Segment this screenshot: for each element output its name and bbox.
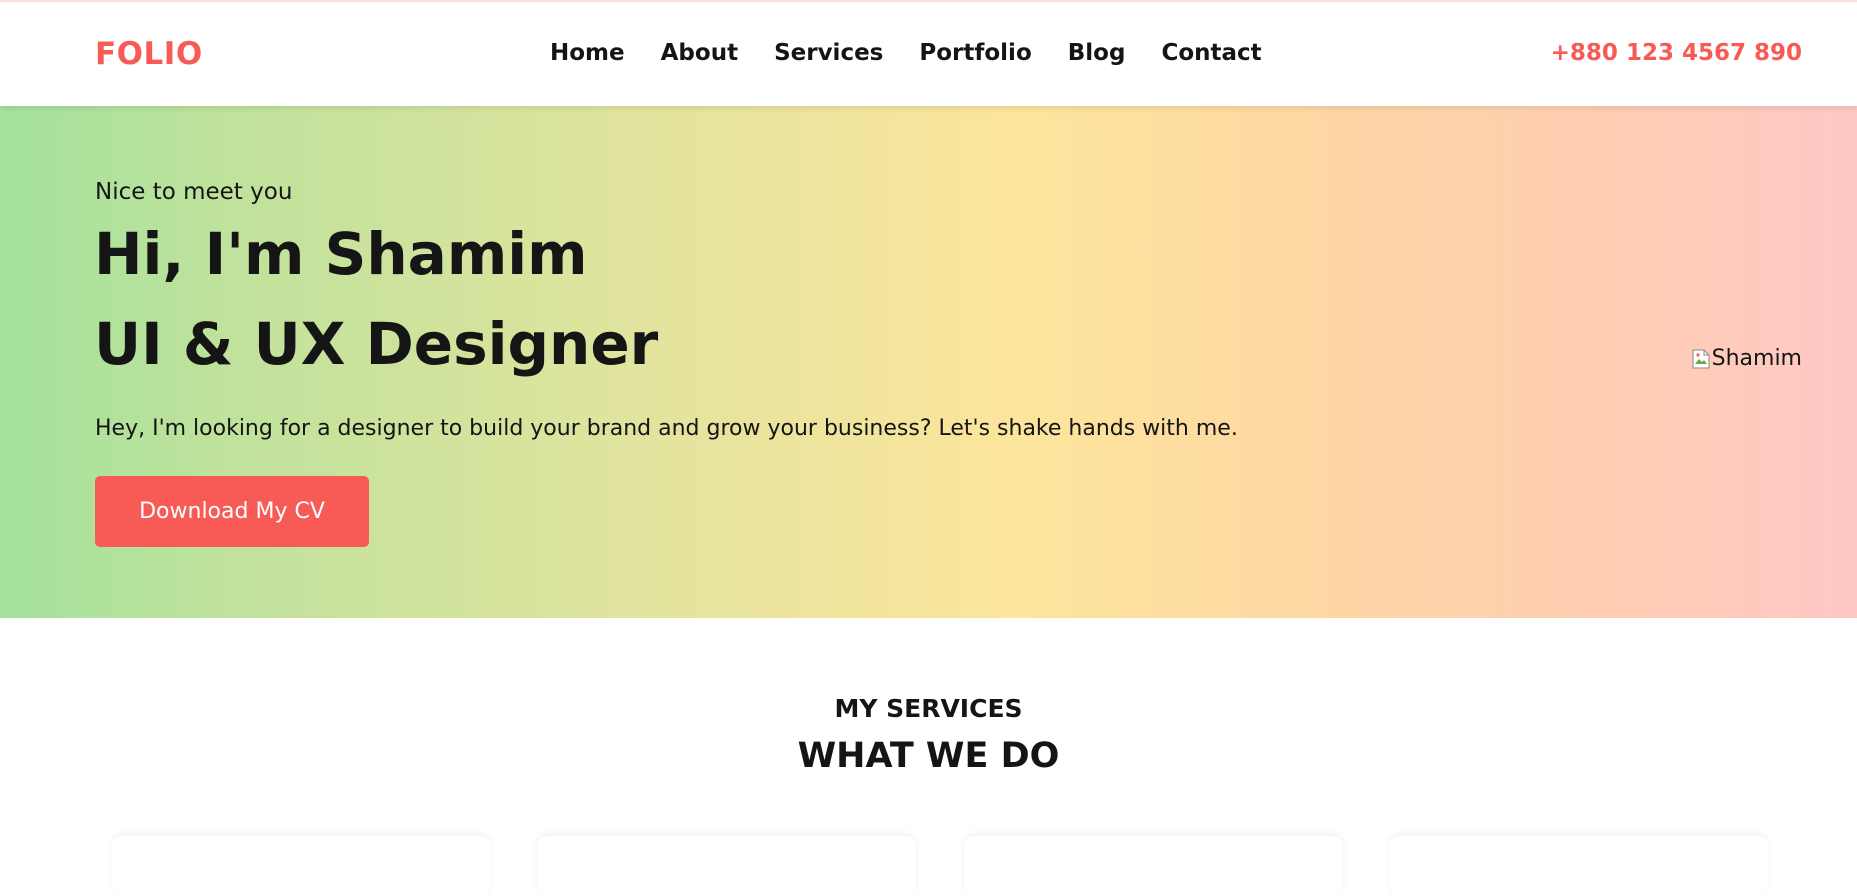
nav-portfolio[interactable]: Portfolio (919, 40, 1031, 66)
site-header: FOLIO Home About Services Portfolio Blog… (0, 2, 1857, 106)
service-card (112, 836, 490, 896)
nav-contact[interactable]: Contact (1161, 40, 1261, 66)
hero-image-alt-text: Shamim (1711, 346, 1802, 371)
download-cv-button[interactable]: Download My CV (95, 476, 369, 547)
services-title: WHAT WE DO (797, 736, 1060, 776)
hero-eyebrow: Nice to meet you (95, 179, 293, 205)
logo[interactable]: FOLIO (95, 36, 203, 72)
hero-image: Shamim (1692, 346, 1802, 371)
service-card (964, 836, 1342, 896)
services-kicker: MY SERVICES (834, 694, 1023, 723)
nav-services[interactable]: Services (774, 40, 883, 66)
hero-section: Nice to meet you Hi, I'm Shamim UI & UX … (0, 106, 1857, 618)
service-card (1390, 836, 1768, 896)
service-card (538, 836, 916, 896)
hero-heading-role: UI & UX Designer (94, 310, 659, 378)
nav-about[interactable]: About (661, 40, 738, 66)
main-nav: Home About Services Portfolio Blog Conta… (550, 40, 1298, 66)
services-section: MY SERVICES WHAT WE DO (0, 618, 1857, 896)
service-cards (112, 836, 1768, 896)
nav-home[interactable]: Home (550, 40, 625, 66)
nav-blog[interactable]: Blog (1068, 40, 1126, 66)
hero-heading-name: Hi, I'm Shamim (94, 220, 588, 288)
phone-link[interactable]: +880 123 4567 890 (1551, 40, 1802, 66)
broken-image-icon (1692, 349, 1710, 369)
hero-description: Hey, I'm looking for a designer to build… (95, 416, 1238, 441)
